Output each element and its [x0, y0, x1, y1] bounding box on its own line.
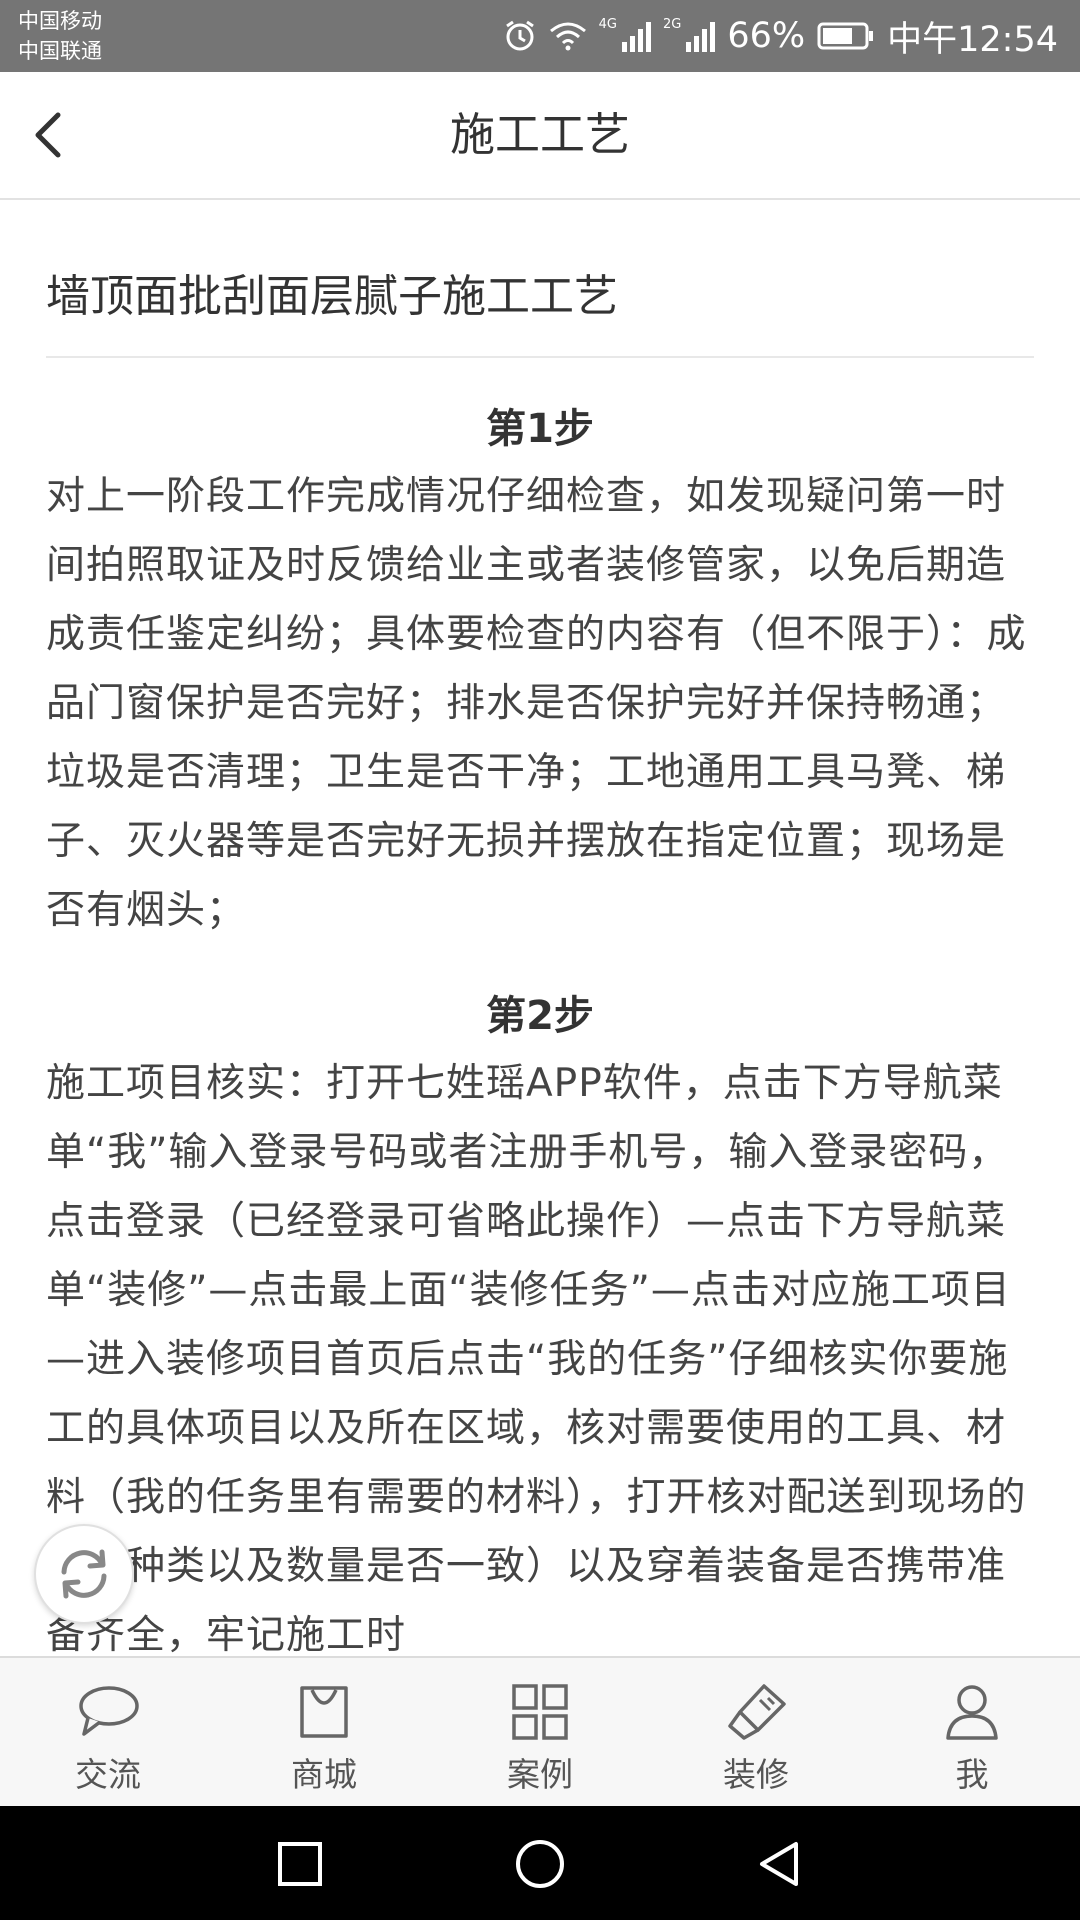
step-title: 第2步: [486, 993, 594, 1039]
tab-label: 案例: [507, 1755, 573, 1794]
grid-icon: [512, 1684, 568, 1740]
status-bar: 中国移动 中国联通 4G 2G 66% 中午12:54: [0, 0, 1080, 72]
signal-icon-2: [685, 20, 716, 52]
chat-icon: [79, 1686, 139, 1736]
page-title: 施工工艺: [449, 108, 630, 161]
step-text: 对上一阶段工作完成情况仔细检查，如发现疑问第一时间拍照取证及时反馈给业主或者装修…: [46, 474, 1027, 933]
square-icon: [278, 1842, 322, 1886]
recent-apps-button[interactable]: [272, 1836, 328, 1892]
triangle-back-icon: [760, 1842, 798, 1886]
clock: 中午12:54: [887, 19, 1058, 60]
network-type-1: 4G: [598, 16, 617, 32]
shopping-bag-icon: [300, 1686, 348, 1738]
battery-icon: [817, 22, 875, 50]
alarm-icon: [503, 19, 537, 53]
carrier-1: 中国移动: [18, 9, 102, 33]
tab-mall[interactable]: 商城: [216, 1658, 432, 1808]
article-content[interactable]: 墙顶面批刮面层腻子施工工艺 第1步 对上一阶段工作完成情况仔细检查，如发现疑问第…: [0, 200, 1080, 1656]
user-icon: [946, 1685, 998, 1740]
status-icons: 4G 2G 66% 中午12:54: [503, 0, 1058, 72]
refresh-icon: [61, 1549, 107, 1599]
paint-brush-icon: [728, 1684, 786, 1740]
refresh-button[interactable]: [34, 1524, 134, 1624]
tab-chat[interactable]: 交流: [0, 1658, 216, 1808]
battery-percent: 66%: [727, 16, 806, 56]
app-header: 施工工艺: [0, 72, 1080, 200]
tab-cases[interactable]: 案例: [432, 1658, 648, 1808]
tab-label: 装修: [723, 1755, 789, 1794]
home-button[interactable]: [512, 1836, 568, 1892]
tab-label: 交流: [75, 1755, 141, 1794]
system-nav-bar: [0, 1806, 1080, 1920]
step-text: 施工项目核实：打开七姓瑶APP软件，点击下方导航菜单“我”输入登录号码或者注册手…: [46, 1061, 1027, 1656]
carrier-info: 中国移动 中国联通: [18, 6, 102, 66]
step-title: 第1步: [486, 406, 594, 452]
carrier-2: 中国联通: [18, 39, 102, 63]
tab-decoration[interactable]: 装修: [648, 1658, 864, 1808]
signal-icon: [621, 20, 651, 52]
tab-label: 我: [955, 1755, 989, 1794]
article-title: 墙顶面批刮面层腻子施工工艺: [46, 260, 1034, 358]
network-type-2: 2G: [662, 16, 682, 32]
tab-label: 商城: [291, 1755, 357, 1794]
nav-back-button[interactable]: [752, 1836, 808, 1892]
tab-me[interactable]: 我: [864, 1658, 1080, 1808]
wifi-icon: [549, 21, 587, 51]
circle-icon: [516, 1840, 564, 1888]
bottom-tab-bar: 交流 商城 案例 装修 我: [0, 1656, 1080, 1808]
